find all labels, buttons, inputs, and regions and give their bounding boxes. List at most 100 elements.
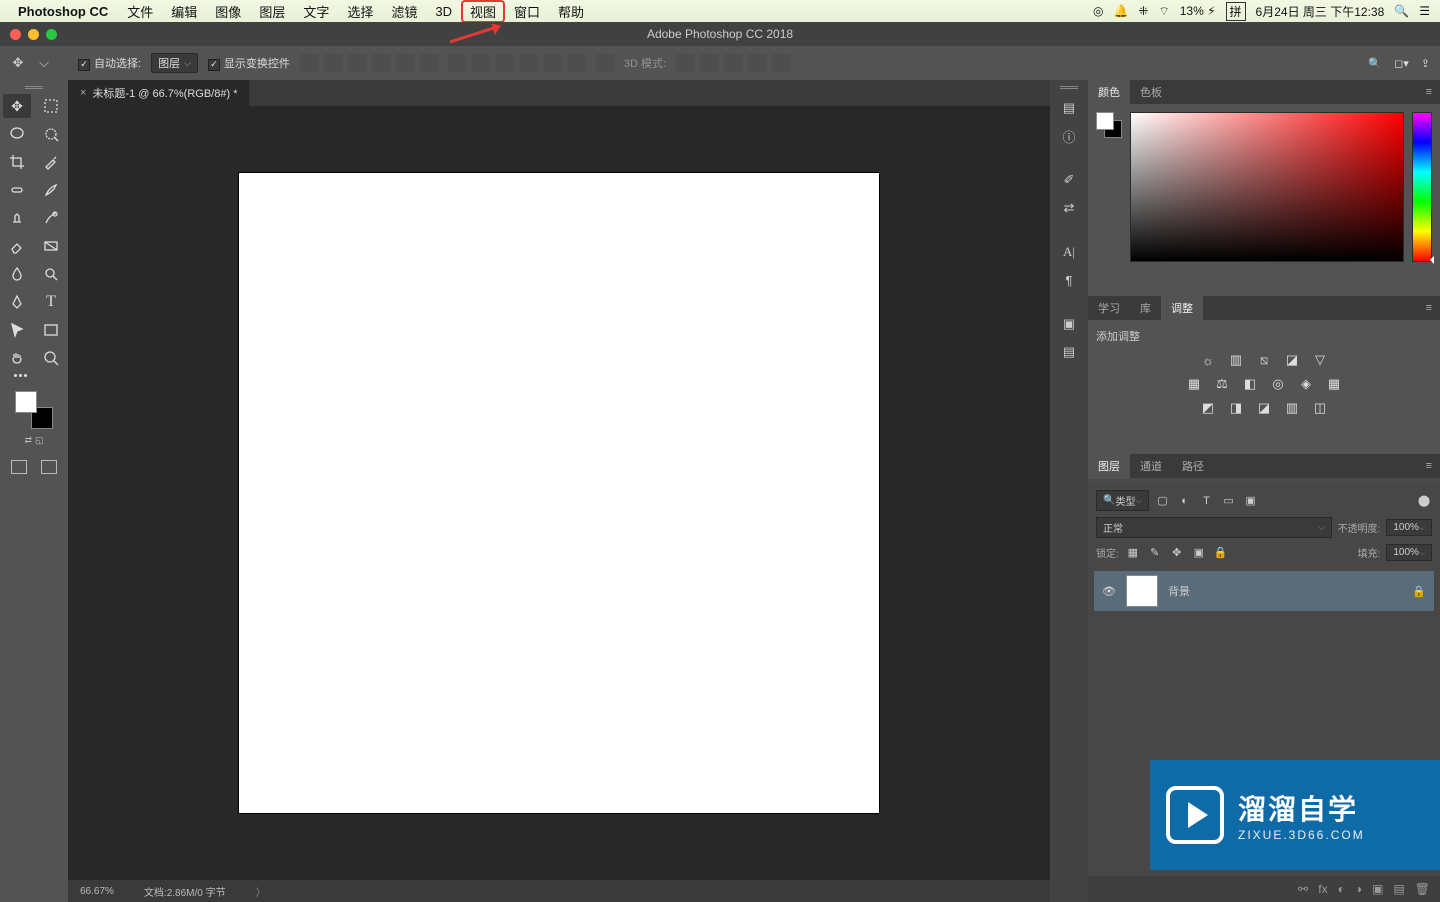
link-layers-icon[interactable]: ⚯ — [1298, 882, 1308, 896]
selective-color-icon[interactable]: ◫ — [1311, 400, 1329, 416]
blur-tool[interactable] — [3, 262, 31, 286]
eraser-tool[interactable] — [3, 234, 31, 258]
type-tool[interactable]: T — [37, 290, 65, 314]
layer-mask-icon[interactable]: ◐ — [1338, 882, 1345, 896]
hue-sat-icon[interactable]: ▦ — [1185, 376, 1203, 392]
layer-name[interactable]: 背景 — [1168, 583, 1190, 599]
menu-select[interactable]: 选择 — [338, 0, 382, 23]
vibrance-icon[interactable]: ▽ — [1311, 352, 1329, 368]
menu-3d[interactable]: 3D — [426, 2, 461, 21]
gradient-tool[interactable] — [37, 234, 65, 258]
layers-comp-panel-icon[interactable]: ▣ — [1054, 311, 1084, 337]
lock-artboard-icon[interactable]: ▣ — [1191, 546, 1207, 560]
photo-filter-icon[interactable]: ◎ — [1269, 376, 1287, 392]
screenmode-icon[interactable] — [41, 460, 57, 474]
spotlight-icon[interactable]: 🔍 — [1394, 4, 1409, 18]
tab-paths[interactable]: 路径 — [1172, 453, 1214, 479]
notes-panel-icon[interactable]: ▤ — [1054, 339, 1084, 365]
menu-view[interactable]: 视图 — [461, 0, 505, 23]
control-center-icon[interactable]: ☰ — [1419, 4, 1430, 18]
search-icon[interactable]: 🔍 — [1368, 57, 1382, 70]
quick-select-tool[interactable] — [37, 122, 65, 146]
tab-learn[interactable]: 学习 — [1088, 295, 1130, 321]
filter-adjust-icon[interactable]: ◐ — [1177, 494, 1193, 508]
tab-adjustments[interactable]: 调整 — [1161, 295, 1203, 321]
color-balance-icon[interactable]: ⚖ — [1213, 376, 1231, 392]
paragraph-panel-icon[interactable]: ¶ — [1054, 267, 1084, 293]
tab-color[interactable]: 颜色 — [1088, 79, 1130, 105]
foreground-color[interactable] — [15, 391, 37, 413]
lock-position-icon[interactable]: ✥ — [1169, 546, 1185, 560]
filter-type-icon[interactable]: T — [1199, 494, 1215, 508]
hue-slider[interactable] — [1412, 112, 1432, 262]
notification-icon[interactable]: 🔔 — [1113, 4, 1128, 18]
wifi-icon[interactable]: ⌔ — [1158, 4, 1169, 19]
doc-info[interactable]: 文档:2.86M/0 字节 — [144, 884, 226, 899]
tab-channels[interactable]: 通道 — [1130, 453, 1172, 479]
lock-icon[interactable]: 🔒 — [1412, 585, 1426, 598]
brush-settings-panel-icon[interactable]: ⇄ — [1054, 195, 1084, 221]
crop-tool[interactable] — [3, 150, 31, 174]
status-menu-icon[interactable]: 〉 — [256, 884, 266, 899]
exposure-icon[interactable]: ◪ — [1283, 352, 1301, 368]
history-panel-icon[interactable]: ▤ — [1054, 95, 1084, 121]
move-tool[interactable]: ✥ — [3, 94, 31, 118]
quickmask-icon[interactable] — [11, 460, 27, 474]
tab-libraries[interactable]: 库 — [1130, 295, 1161, 321]
opacity-value[interactable]: 100% — [1386, 519, 1432, 536]
hand-tool[interactable] — [3, 346, 31, 370]
gradient-map-icon[interactable]: ▥ — [1283, 400, 1301, 416]
panel-menu-icon[interactable]: ≡ — [1418, 86, 1440, 98]
clock[interactable]: 6月24日 周三 下午12:38 — [1256, 3, 1385, 20]
color-field[interactable] — [1130, 112, 1404, 262]
fill-adjust-icon[interactable]: ◑ — [1355, 882, 1362, 896]
invert-icon[interactable]: ◩ — [1199, 400, 1217, 416]
tab-layers[interactable]: 图层 — [1088, 453, 1130, 479]
channel-mixer-icon[interactable]: ◈ — [1297, 376, 1315, 392]
menu-help[interactable]: 帮助 — [549, 0, 593, 23]
healing-brush-tool[interactable] — [3, 178, 31, 202]
auto-select-checkbox[interactable]: ✓自动选择: — [78, 55, 141, 71]
edit-toolbar-button[interactable] — [6, 374, 62, 377]
zoom-tool[interactable] — [37, 346, 65, 370]
filter-smart-icon[interactable]: ▣ — [1243, 494, 1259, 508]
workspace-switcher-icon[interactable]: ◻▾ — [1394, 57, 1409, 70]
new-layer-icon[interactable]: ▤ — [1393, 882, 1404, 896]
minimize-window-button[interactable] — [28, 29, 39, 40]
threshold-icon[interactable]: ◪ — [1255, 400, 1273, 416]
zoom-readout[interactable]: 66.67% — [80, 886, 114, 897]
color-swatches[interactable] — [15, 391, 53, 429]
document-tab[interactable]: × 未标题-1 @ 66.7%(RGB/8#) * — [68, 80, 249, 106]
app-name[interactable]: Photoshop CC — [18, 4, 108, 19]
fill-value[interactable]: 100% — [1386, 544, 1432, 561]
zoom-window-button[interactable] — [46, 29, 57, 40]
menu-file[interactable]: 文件 — [118, 0, 162, 23]
lock-all-icon[interactable]: 🔒 — [1213, 546, 1229, 560]
rectangle-tool[interactable] — [37, 318, 65, 342]
color-lookup-icon[interactable]: ▦ — [1325, 376, 1343, 392]
cc-icon[interactable]: ◎ — [1093, 4, 1103, 18]
tab-swatches[interactable]: 色板 — [1130, 79, 1172, 105]
show-transform-checkbox[interactable]: ✓显示变换控件 — [208, 55, 290, 71]
filter-toggle[interactable]: ⬤ — [1416, 494, 1432, 508]
auto-align-icon[interactable] — [596, 54, 614, 72]
swap-colors-icon[interactable]: ⇄ — [24, 435, 32, 446]
panel-menu-icon[interactable]: ≡ — [1418, 460, 1440, 472]
bluetooth-icon[interactable]: ⁜ — [1138, 4, 1148, 18]
menu-window[interactable]: 窗口 — [505, 0, 549, 23]
dodge-tool[interactable] — [37, 262, 65, 286]
bw-icon[interactable]: ◧ — [1241, 376, 1259, 392]
menu-type[interactable]: 文字 — [294, 0, 338, 23]
pen-tool[interactable] — [3, 290, 31, 314]
lasso-tool[interactable] — [3, 122, 31, 146]
layer-thumbnail[interactable] — [1126, 575, 1158, 607]
path-select-tool[interactable] — [3, 318, 31, 342]
lock-paint-icon[interactable]: ✎ — [1147, 546, 1163, 560]
layer-fx-icon[interactable]: fx — [1318, 882, 1327, 896]
posterize-icon[interactable]: ◨ — [1227, 400, 1245, 416]
canvas-viewport[interactable] — [68, 106, 1050, 880]
default-colors-icon[interactable]: ◱ — [35, 435, 44, 446]
brightness-contrast-icon[interactable]: ☼ — [1199, 352, 1217, 368]
panel-grip[interactable] — [20, 86, 48, 90]
align-top-icon[interactable] — [300, 54, 318, 72]
